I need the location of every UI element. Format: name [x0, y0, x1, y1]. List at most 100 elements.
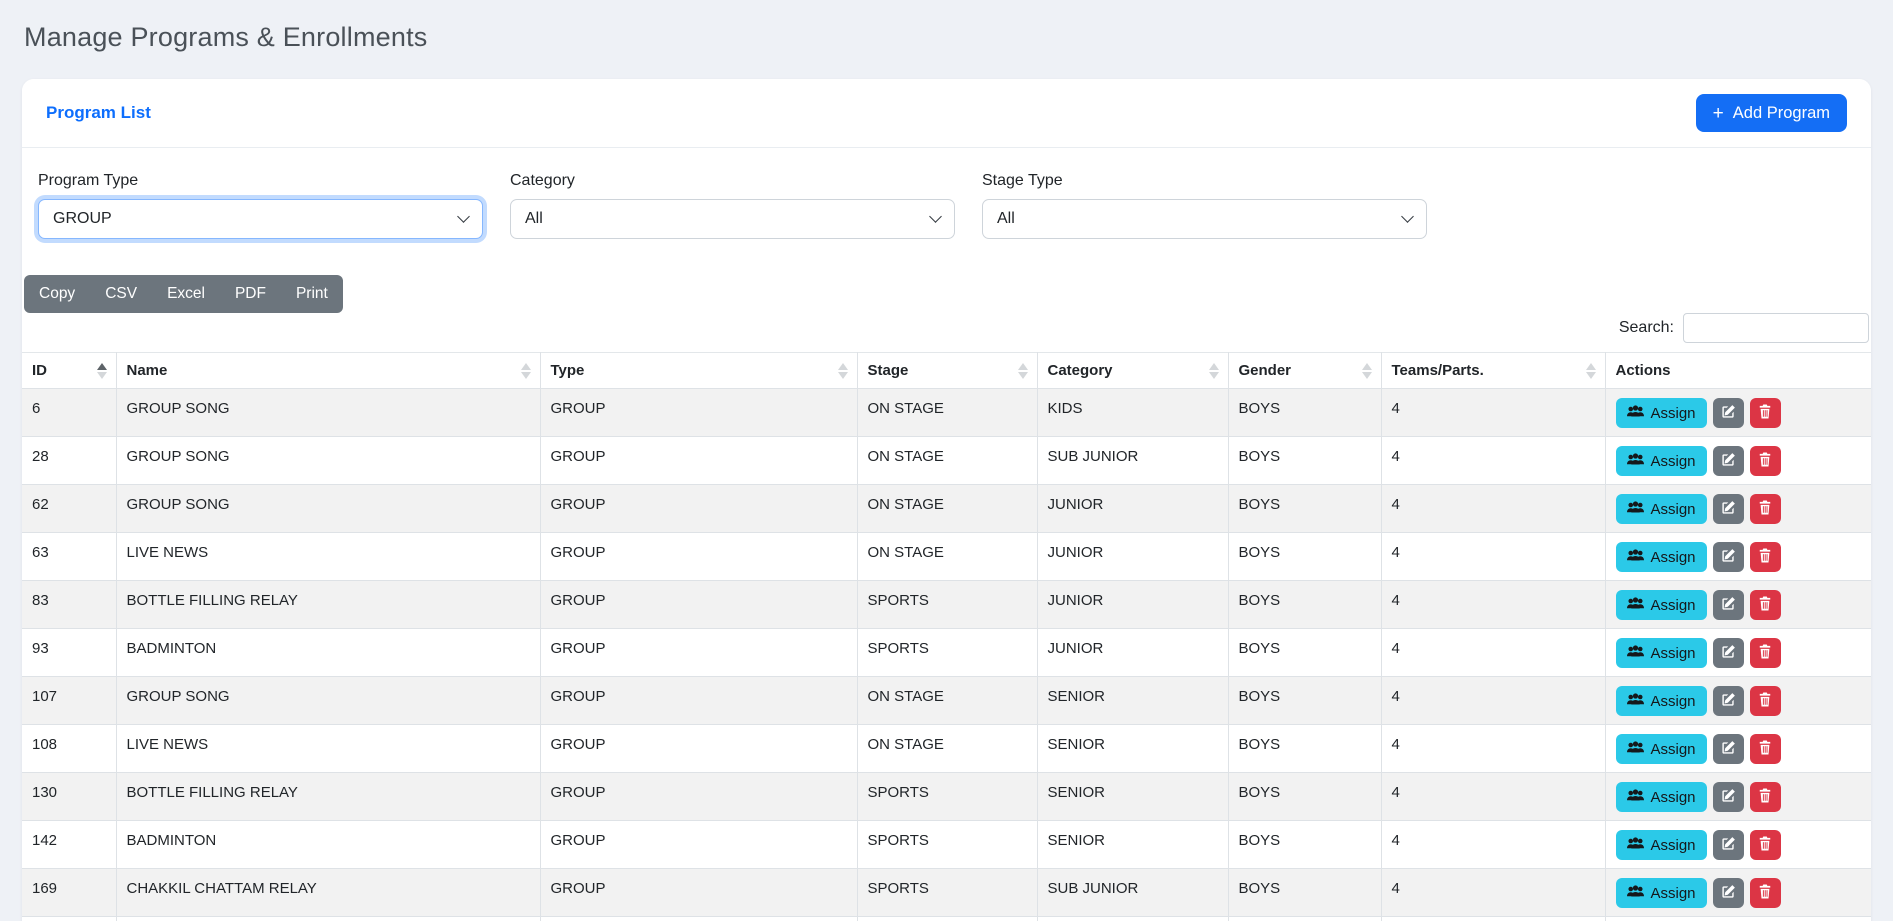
cell-category: SENIOR: [1037, 773, 1228, 821]
assign-button[interactable]: Assign: [1616, 878, 1707, 908]
delete-button[interactable]: [1750, 830, 1781, 860]
cell-category: SUB JUNIOR: [1037, 437, 1228, 485]
cell-id: 108: [22, 725, 116, 773]
cell-actions: Assign: [1605, 725, 1871, 773]
delete-button[interactable]: [1750, 398, 1781, 428]
trash-icon: [1758, 596, 1772, 614]
table-row: 108LIVE NEWSGROUPON STAGESENIORBOYS4Assi…: [22, 725, 1871, 773]
assign-button[interactable]: Assign: [1616, 590, 1707, 620]
trash-icon: [1758, 788, 1772, 806]
cell-actions: Assign: [1605, 773, 1871, 821]
column-header-stage[interactable]: Stage: [857, 353, 1037, 389]
assign-button[interactable]: Assign: [1616, 398, 1707, 428]
edit-button[interactable]: [1713, 446, 1744, 476]
delete-button[interactable]: [1750, 446, 1781, 476]
edit-icon: [1721, 692, 1736, 710]
edit-button[interactable]: [1713, 398, 1744, 428]
column-header-teams[interactable]: Teams/Parts.: [1381, 353, 1605, 389]
category-select[interactable]: All: [510, 199, 955, 239]
cell-category: SENIOR: [1037, 677, 1228, 725]
column-label: Category: [1048, 362, 1113, 379]
filter-program-type: Program Type GROUP: [38, 172, 483, 239]
cell-type: GROUP: [540, 485, 857, 533]
assign-button[interactable]: Assign: [1616, 542, 1707, 572]
cell-teams: 4: [1381, 677, 1605, 725]
edit-button[interactable]: [1713, 590, 1744, 620]
delete-button[interactable]: [1750, 590, 1781, 620]
category-label: Category: [510, 172, 955, 190]
cell-teams: 4: [1381, 437, 1605, 485]
search-input[interactable]: [1683, 313, 1869, 343]
column-header-gender[interactable]: Gender: [1228, 353, 1381, 389]
edit-button[interactable]: [1713, 686, 1744, 716]
cell-type: GROUP: [540, 389, 857, 437]
cell-empty: [22, 917, 116, 921]
assign-button[interactable]: Assign: [1616, 494, 1707, 524]
assign-button[interactable]: Assign: [1616, 638, 1707, 668]
edit-button[interactable]: [1713, 878, 1744, 908]
column-header-id[interactable]: ID: [22, 353, 116, 389]
cell-gender: BOYS: [1228, 437, 1381, 485]
edit-icon: [1721, 404, 1736, 422]
edit-button[interactable]: [1713, 638, 1744, 668]
edit-button[interactable]: [1713, 734, 1744, 764]
cell-stage: ON STAGE: [857, 389, 1037, 437]
delete-button[interactable]: [1750, 734, 1781, 764]
program-type-select[interactable]: GROUP: [38, 199, 483, 239]
stage-type-label: Stage Type: [982, 172, 1427, 190]
edit-button[interactable]: [1713, 494, 1744, 524]
edit-icon: [1721, 836, 1736, 854]
trash-icon: [1758, 644, 1772, 662]
assign-button[interactable]: Assign: [1616, 446, 1707, 476]
trash-icon: [1758, 452, 1772, 470]
assign-button[interactable]: Assign: [1616, 686, 1707, 716]
users-icon: [1627, 645, 1644, 662]
cell-name: LIVE NEWS: [116, 533, 540, 581]
assign-label: Assign: [1651, 549, 1696, 566]
excel-button[interactable]: Excel: [152, 275, 220, 313]
cell-empty: [1381, 917, 1605, 921]
cell-type: GROUP: [540, 437, 857, 485]
cell-stage: ON STAGE: [857, 437, 1037, 485]
sort-icon: [1586, 363, 1596, 379]
cell-name: GROUP SONG: [116, 389, 540, 437]
assign-button[interactable]: Assign: [1616, 782, 1707, 812]
delete-button[interactable]: [1750, 494, 1781, 524]
users-icon: [1627, 885, 1644, 902]
table-body: 6GROUP SONGGROUPON STAGEKIDSBOYS4Assign2…: [22, 389, 1871, 921]
program-type-label: Program Type: [38, 172, 483, 190]
users-icon: [1627, 741, 1644, 758]
assign-button[interactable]: Assign: [1616, 830, 1707, 860]
cell-id: 93: [22, 629, 116, 677]
cell-gender: BOYS: [1228, 869, 1381, 917]
edit-button[interactable]: [1713, 830, 1744, 860]
cell-stage: SPORTS: [857, 821, 1037, 869]
stage-type-select[interactable]: All: [982, 199, 1427, 239]
delete-button[interactable]: [1750, 878, 1781, 908]
cell-actions: Assign: [1605, 821, 1871, 869]
delete-button[interactable]: [1750, 686, 1781, 716]
table-row: 130BOTTLE FILLING RELAYGROUPSPORTSSENIOR…: [22, 773, 1871, 821]
delete-button[interactable]: [1750, 638, 1781, 668]
cell-actions: Assign: [1605, 485, 1871, 533]
copy-button[interactable]: Copy: [24, 275, 90, 313]
edit-button[interactable]: [1713, 542, 1744, 572]
print-button[interactable]: Print: [281, 275, 343, 313]
chevron-down-icon: [1401, 210, 1414, 223]
column-header-type[interactable]: Type: [540, 353, 857, 389]
delete-button[interactable]: [1750, 542, 1781, 572]
add-program-button[interactable]: + Add Program: [1696, 94, 1847, 132]
edit-icon: [1721, 452, 1736, 470]
csv-button[interactable]: CSV: [90, 275, 152, 313]
cell-category: JUNIOR: [1037, 581, 1228, 629]
column-header-category[interactable]: Category: [1037, 353, 1228, 389]
trash-icon: [1758, 500, 1772, 518]
table-row: 63LIVE NEWSGROUPON STAGEJUNIORBOYS4Assig…: [22, 533, 1871, 581]
cell-teams: 4: [1381, 389, 1605, 437]
cell-name: BOTTLE FILLING RELAY: [116, 581, 540, 629]
assign-button[interactable]: Assign: [1616, 734, 1707, 764]
delete-button[interactable]: [1750, 782, 1781, 812]
edit-button[interactable]: [1713, 782, 1744, 812]
pdf-button[interactable]: PDF: [220, 275, 281, 313]
column-header-name[interactable]: Name: [116, 353, 540, 389]
